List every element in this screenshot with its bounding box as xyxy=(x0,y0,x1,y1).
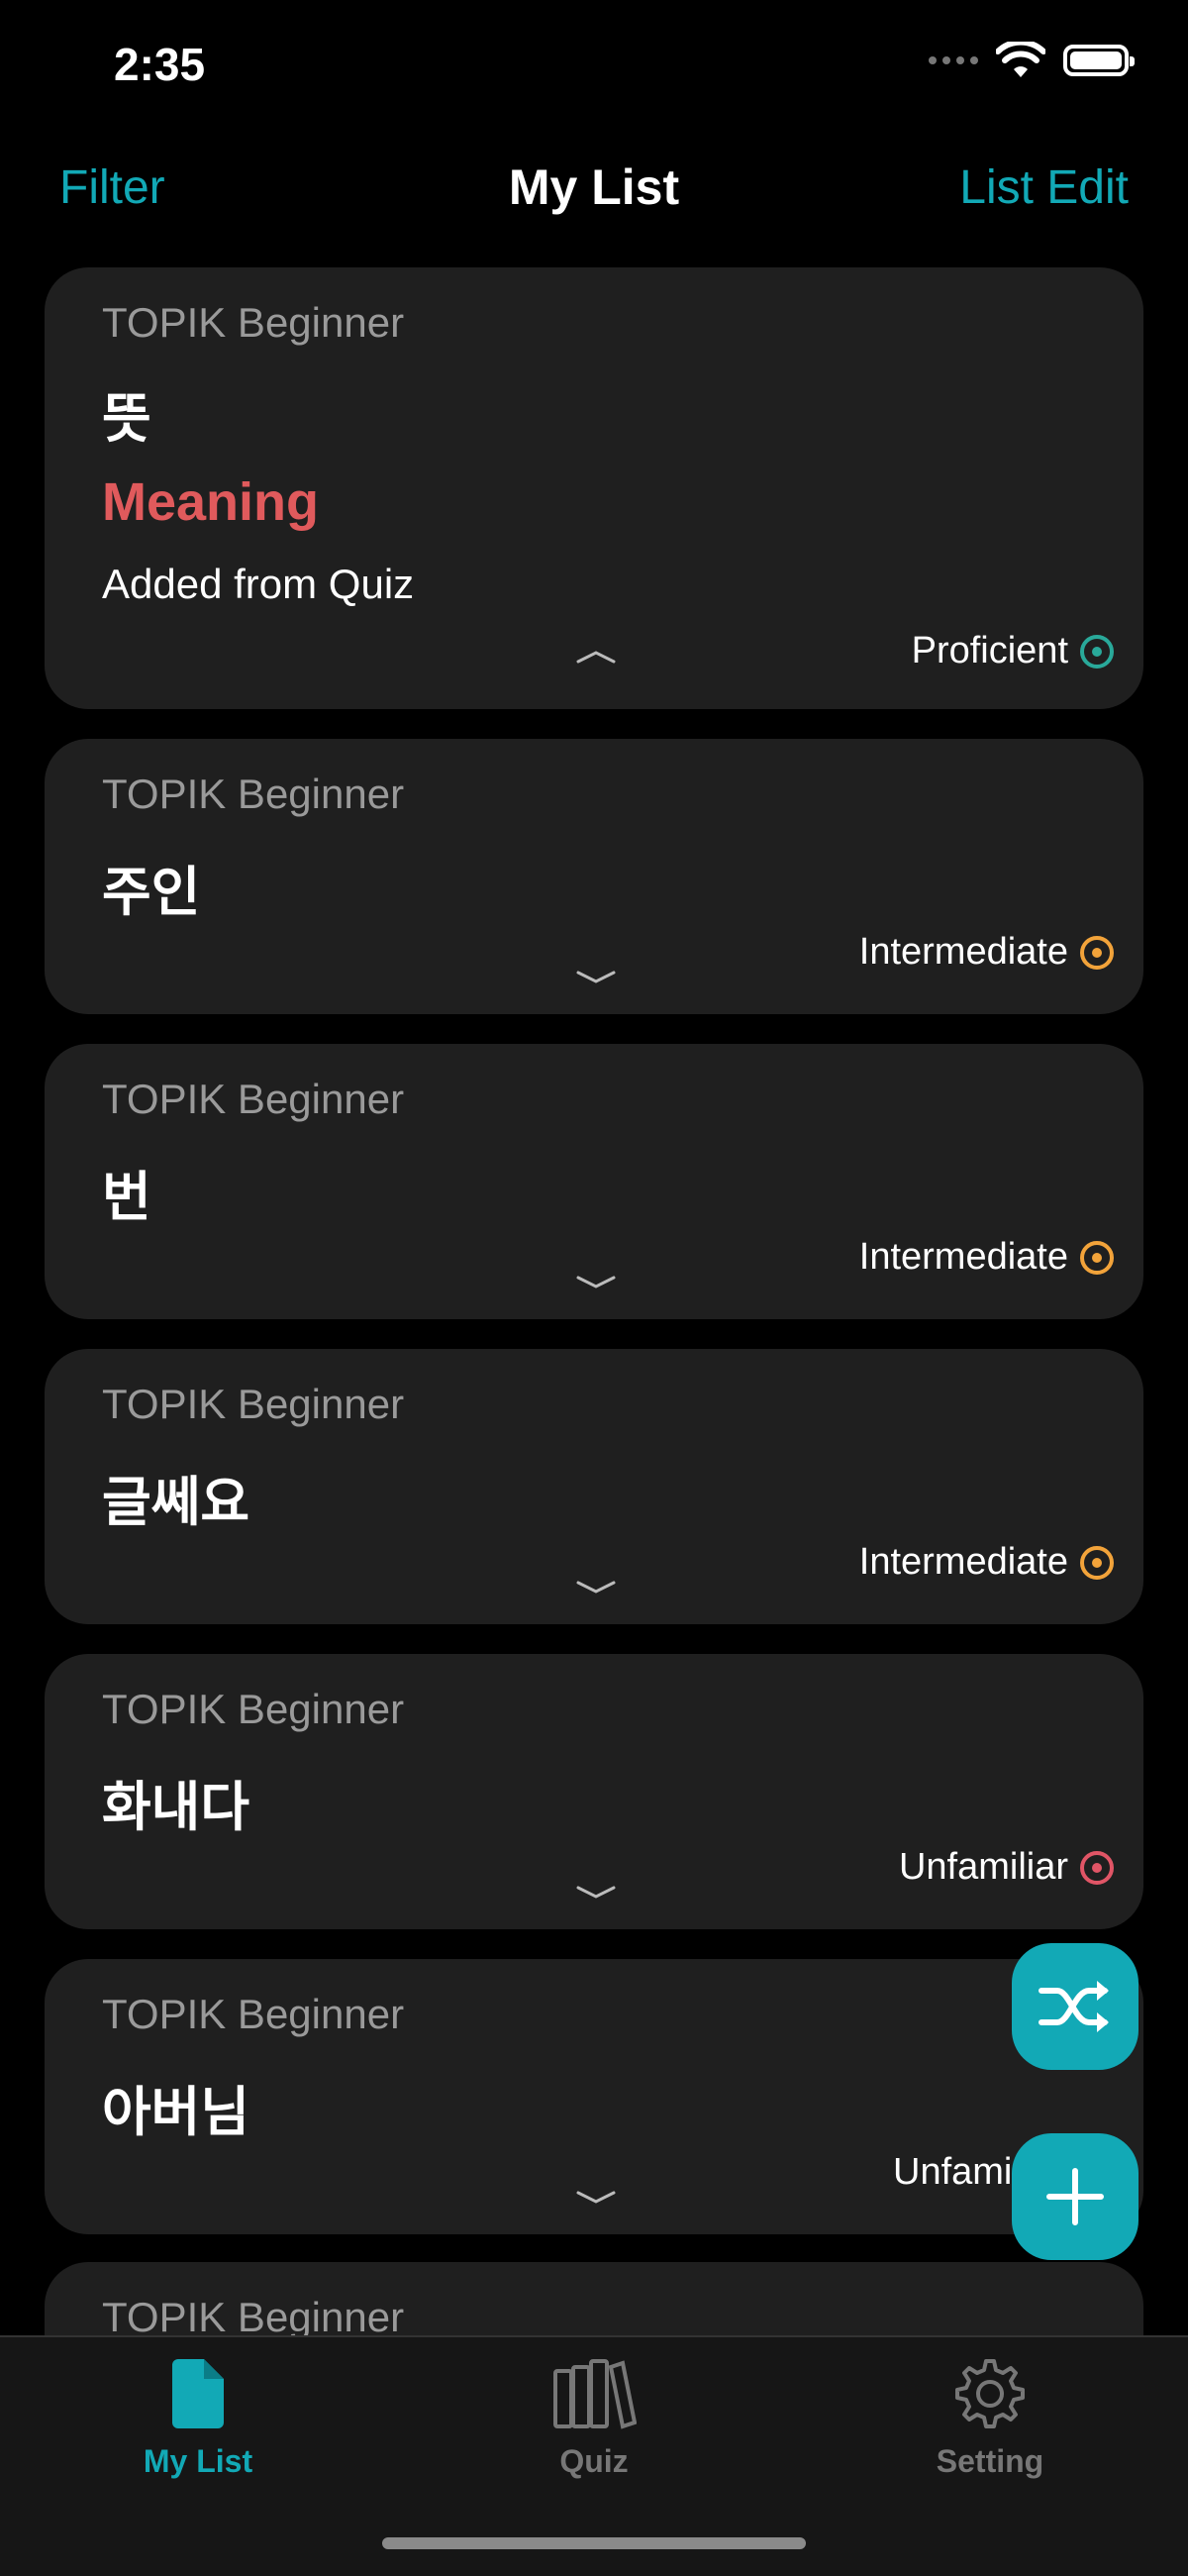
card-meaning: Meaning xyxy=(102,472,320,532)
books-icon xyxy=(553,2359,638,2429)
tab-quiz[interactable]: Quiz xyxy=(495,2357,693,2480)
card-word: 글쎄요 xyxy=(102,1473,250,1532)
card-category: TOPIK Beginner xyxy=(102,2294,405,2340)
card-note: Added from Quiz xyxy=(102,561,415,607)
chevron-up-icon[interactable] xyxy=(574,648,618,666)
proficiency-label: Proficient xyxy=(911,630,1068,671)
card-category: TOPIK Beginner xyxy=(102,1991,405,2037)
document-icon xyxy=(172,2359,224,2428)
home-indicator[interactable] xyxy=(382,2537,806,2549)
proficiency-dot-icon xyxy=(1080,1850,1114,1885)
tab-label: Quiz xyxy=(559,2443,629,2479)
card-category: TOPIK Beginner xyxy=(102,771,405,817)
chevron-down-icon[interactable] xyxy=(574,1579,618,1597)
proficiency-dot-icon xyxy=(1080,1545,1114,1580)
shuffle-button[interactable] xyxy=(1012,1943,1138,2070)
card-category: TOPIK Beginner xyxy=(102,1381,405,1427)
proficiency-label: Unfami xyxy=(893,2151,1013,2193)
proficiency-dot-icon xyxy=(1080,935,1114,970)
cellular-signal-icon xyxy=(929,56,978,64)
chevron-down-icon[interactable] xyxy=(574,969,618,986)
card-word: 화내다 xyxy=(102,1778,250,1837)
card-word: 주인 xyxy=(102,863,201,922)
proficiency-badge: Proficient xyxy=(912,630,1114,672)
tab-my-list[interactable]: My List xyxy=(99,2357,297,2480)
card-category: TOPIK Beginner xyxy=(102,1686,405,1732)
proficiency-dot-icon xyxy=(1080,634,1114,669)
chevron-down-icon[interactable] xyxy=(574,1884,618,1902)
tab-label: Setting xyxy=(936,2443,1044,2479)
card-word: 아버님 xyxy=(102,2083,250,2142)
wifi-icon xyxy=(996,42,1045,77)
add-word-button[interactable] xyxy=(1012,2133,1138,2260)
chevron-down-icon[interactable] xyxy=(574,2189,618,2207)
word-card[interactable]: TOPIK Beginner 주인 Intermediate xyxy=(45,739,1143,1014)
list-edit-button[interactable]: List Edit xyxy=(959,160,1129,215)
proficiency-badge: Unfami xyxy=(893,2151,1012,2194)
proficiency-badge: Intermediate xyxy=(859,1541,1114,1584)
proficiency-label: Intermediate xyxy=(858,1541,1068,1583)
card-category: TOPIK Beginner xyxy=(102,1076,405,1122)
proficiency-label: Intermediate xyxy=(858,931,1068,973)
tab-setting[interactable]: Setting xyxy=(891,2357,1089,2480)
gear-icon xyxy=(955,2359,1025,2428)
proficiency-label: Unfamiliar xyxy=(898,1846,1068,1888)
status-time: 2:35 xyxy=(114,39,206,90)
plus-icon xyxy=(1046,2168,1104,2225)
proficiency-badge: Intermediate xyxy=(859,931,1114,974)
proficiency-badge: Intermediate xyxy=(859,1236,1114,1279)
card-category: TOPIK Beginner xyxy=(102,299,405,346)
proficiency-badge: Unfamiliar xyxy=(899,1846,1114,1889)
battery-icon xyxy=(1063,45,1135,76)
shuffle-icon xyxy=(1039,1981,1109,2032)
proficiency-dot-icon xyxy=(1080,1240,1114,1275)
card-word: 번 xyxy=(102,1168,151,1227)
tab-label: My List xyxy=(143,2443,253,2479)
word-card[interactable]: TOPIK Beginner 번 Intermediate xyxy=(45,1044,1143,1319)
word-card[interactable]: TOPIK Beginner 글쎄요 Intermediate xyxy=(45,1349,1143,1624)
status-icons xyxy=(929,42,1135,79)
word-card[interactable]: TOPIK Beginner 화내다 Unfamiliar xyxy=(45,1654,1143,1929)
word-card[interactable]: TOPIK Beginner 뜻 Meaning Added from Quiz… xyxy=(45,267,1143,709)
chevron-down-icon[interactable] xyxy=(574,1274,618,1291)
proficiency-label: Intermediate xyxy=(858,1236,1068,1278)
word-card[interactable]: TOPIK Beginner 아버님 Unfami xyxy=(45,1959,1143,2234)
card-word: 뜻 xyxy=(102,389,151,449)
